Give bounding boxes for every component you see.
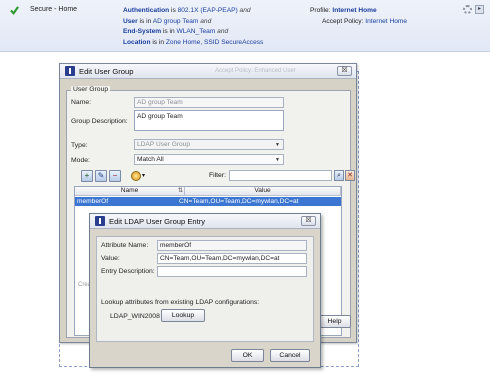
filter-apply-icon[interactable]: ⌕ [334,170,344,181]
row-menu-icon[interactable]: ▸ [475,5,484,14]
filter-label: Filter: [209,172,226,179]
condition-authentication: Authentication is 802.1X (EAP-PEAP) and [123,7,251,14]
value-field[interactable]: CN=Team,OU=Team,DC=mywlan,DC=at [157,253,307,264]
entry-description-label: Entry Description: [101,268,155,275]
column-header-name[interactable]: Name [75,187,185,196]
attribute-name-label: Attribute Name: [101,242,149,249]
rule-profile: Profile: Internet Home Accept Policy: In… [310,6,407,27]
ghost-title-text: Accept Policy: Enhanced User [215,68,296,74]
type-select[interactable]: LDAP User Group ▼ [134,139,284,150]
mode-select[interactable]: Match All ▼ [134,154,284,165]
condition-user: User is in AD group Team and [123,17,212,25]
name-field[interactable]: AD group Team [134,97,284,108]
gear-icon[interactable] [463,5,472,14]
row-value: CN=Team,OU=Team,DC=mywlan,DC=at [179,198,299,205]
app-icon [95,216,105,226]
row-name: memberOf [77,198,109,205]
checkmark-icon [10,6,19,15]
ldap-server-name: LDAP_WIN2008 [110,313,160,320]
profile-label: Profile: [310,7,331,14]
type-select-value: LDAP User Group [137,141,191,148]
condition-location: Location is in Zone Home, SSID SecureAcc… [123,38,264,46]
help-button[interactable]: Help [318,315,351,328]
entry-panel: Attribute Name: memberOf Value: CN=Team,… [96,236,314,342]
inner-dialog-title: Edit LDAP User Group Entry [109,217,206,226]
sort-icon[interactable]: ⇅ [178,187,183,196]
cancel-button[interactable]: Cancel [270,349,310,362]
lookup-note: Lookup attributes from existing LDAP con… [101,299,260,306]
chevron-down-icon: ▼ [275,157,280,163]
chevron-down-icon: ▼ [275,142,280,148]
delete-entry-icon[interactable]: − [109,170,121,182]
chevron-down-icon[interactable]: ▾ [142,172,145,179]
group-legend: User Group [71,86,111,93]
history-icon[interactable] [131,171,141,181]
rule-conditions: Authentication is 802.1X (EAP-PEAP) and … [123,6,263,48]
table-toolbar: + ✎ − ▾ Filter: ⌕ ✕ [81,170,355,184]
lookup-button[interactable]: Lookup [161,309,205,322]
inner-dialog-titlebar[interactable]: Edit LDAP User Group Entry ☒ [90,214,320,229]
policy-row[interactable]: Secure - Home Authentication is 802.1X (… [0,0,490,52]
table-row[interactable]: memberOf CN=Team,OU=Team,DC=mywlan,DC=at [75,197,341,206]
type-label: Type: [71,142,88,149]
attribute-name-field[interactable]: memberOf [157,240,307,251]
value-label: Value: [101,255,120,262]
mode-select-value: Match All [137,156,164,163]
group-description-field[interactable]: AD group Team [134,110,284,131]
edit-entry-icon[interactable]: ✎ [95,170,107,182]
group-description-label: Group Description: [71,118,128,125]
name-label: Name: [71,99,92,106]
entry-description-field[interactable] [157,266,307,277]
edit-ldap-entry-dialog: Edit LDAP User Group Entry ☒ Attribute N… [89,213,321,368]
condition-end-system: End-System is in WLAN_Team and [123,28,229,35]
ok-button[interactable]: OK [231,349,264,362]
mode-label: Mode: [71,157,90,164]
accept-policy-label: Accept Policy: [322,17,364,25]
filter-input[interactable] [229,170,332,181]
app-icon [65,66,75,76]
column-header-value[interactable]: Value [185,187,341,196]
dialog-titlebar[interactable]: Edit User Group Accept Policy: Enhanced … [60,64,356,79]
close-button[interactable]: ☒ [337,66,352,76]
dialog-title: Edit User Group [79,67,134,76]
profile-value[interactable]: Internet Home [332,7,376,14]
close-button[interactable]: ☒ [301,216,316,226]
accept-policy-value[interactable]: Internet Home [365,18,407,25]
add-entry-icon[interactable]: + [81,170,93,182]
filter-clear-icon[interactable]: ✕ [345,170,355,181]
rule-name: Secure - Home [30,6,78,13]
